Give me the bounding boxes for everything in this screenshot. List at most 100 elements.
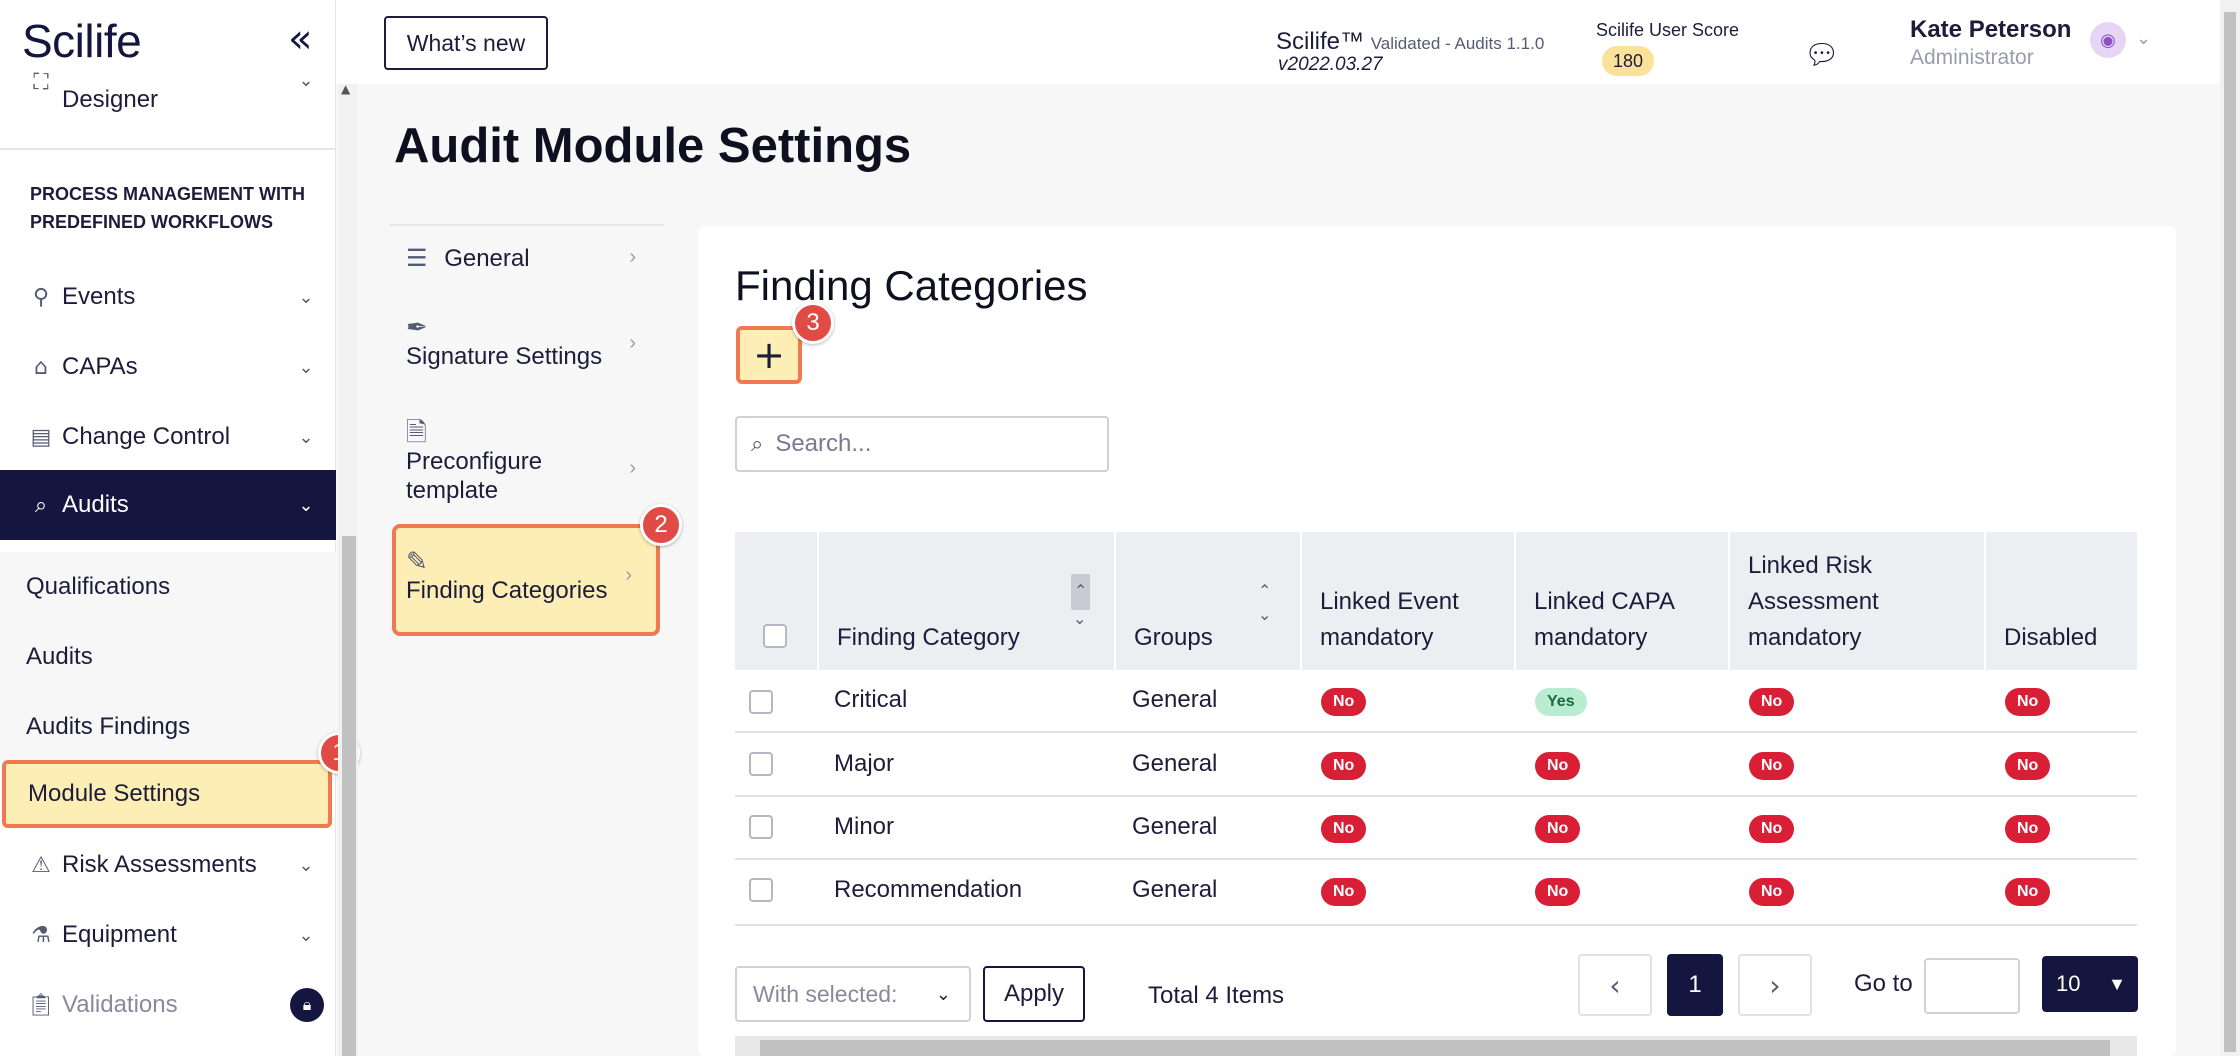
search-field[interactable]: ⌕: [735, 416, 1109, 472]
page-size-select[interactable]: 10 ▼: [2042, 956, 2138, 1012]
clipboard-icon: 📋︎: [27, 992, 55, 1018]
sidebar-scrollbar-thumb[interactable]: [342, 536, 356, 1056]
goto-label: Go to: [1854, 970, 1913, 997]
user-score-label: Scilife User Score: [1596, 20, 1740, 40]
status-badge-capa: No: [1535, 815, 1581, 843]
version-label: v2022.03.27: [1278, 54, 1383, 75]
settings-nav: [390, 224, 664, 226]
cell-finding-category: Critical: [834, 686, 908, 713]
settings-nav-general[interactable]: ☰ General ›: [390, 244, 660, 304]
chevron-right-icon: ›: [629, 332, 636, 354]
sidebar-item-label: Risk Assessments: [62, 851, 257, 878]
brand-subtitle: Validated - Audits 1.1.0: [1370, 34, 1545, 53]
feather-icon: ✒: [406, 312, 428, 342]
column-header-linked-event[interactable]: Linked Event mandatory: [1302, 532, 1516, 670]
cell-groups: General: [1132, 876, 1218, 903]
row-checkbox[interactable]: [749, 752, 773, 776]
column-label: Finding Category: [837, 624, 1020, 651]
table-row[interactable]: Minor General No No No No: [735, 797, 2137, 860]
sort-descending-icon[interactable]: ⌄: [1073, 602, 1086, 638]
sidebar-item-label: Change Control: [62, 423, 231, 450]
sliders-icon: ☰: [406, 245, 428, 272]
annotation-badge-2: 2: [640, 504, 682, 546]
bulk-action-select[interactable]: With selected: ⌄: [735, 966, 971, 1022]
status-badge-risk: No: [1749, 752, 1795, 780]
column-header-linked-capa[interactable]: Linked CAPA mandatory: [1516, 532, 1730, 670]
column-header-linked-risk[interactable]: Linked Risk Assessment mandatory: [1730, 532, 1986, 670]
column-header-groups[interactable]: Groups ⌃ ⌄: [1116, 532, 1302, 670]
sidebar-item-audits[interactable]: ⌕ Audits ⌄: [0, 470, 336, 540]
row-checkbox[interactable]: [749, 878, 773, 902]
status-badge-disabled: No: [2005, 815, 2051, 843]
chat-icon[interactable]: 💬︎: [1804, 38, 1840, 71]
column-label: Linked CAPA: [1534, 588, 1675, 615]
page-scrollbar-thumb[interactable]: [2224, 12, 2236, 1052]
sidebar-item-validations[interactable]: 📋︎ Validations 🔒︎: [0, 970, 336, 1040]
table-row[interactable]: Recommendation General No No No No: [735, 860, 2137, 926]
page-title: Audit Module Settings: [394, 119, 912, 173]
settings-nav-label: Signature Settings: [406, 343, 603, 370]
user-role: Administrator: [1910, 46, 2034, 69]
add-button[interactable]: +: [736, 326, 802, 384]
page-number-current[interactable]: 1: [1667, 954, 1723, 1016]
settings-nav-signature[interactable]: ✒ Signature Settings ›: [390, 312, 660, 392]
settings-nav-preconfigure[interactable]: 🗎︎ Preconfigure template ›: [390, 418, 660, 518]
chevron-down-icon: ⌄: [298, 854, 314, 876]
sidebar-item-label: Events: [62, 283, 136, 310]
inbox-document-icon: 🗎︎: [406, 417, 427, 447]
column-label: Assessment: [1748, 588, 1879, 615]
status-badge-risk: No: [1749, 815, 1795, 843]
avatar[interactable]: ◉: [2090, 22, 2126, 58]
sidebar-item-designer[interactable]: ⛶ Designer ⌄: [0, 70, 336, 120]
settings-nav-label: template: [406, 477, 499, 504]
sidebar-subitem-audits-findings[interactable]: Audits Findings: [0, 692, 336, 762]
chevron-right-icon: ›: [1769, 968, 1781, 1002]
chevron-down-icon: ⌄: [298, 494, 314, 516]
section-heading: PROCESS MANAGEMENT WITH PREDEFINED WORKF…: [30, 184, 306, 232]
sidebar-item-events[interactable]: ⚲ Events ⌄: [0, 262, 336, 332]
column-label: Linked Risk: [1748, 552, 1873, 579]
status-badge-event: No: [1321, 815, 1367, 843]
sort-descending-icon[interactable]: ⌄: [1258, 598, 1271, 634]
settings-nav-finding-categories[interactable]: ✎ Finding Categories ›: [392, 524, 660, 636]
chevron-right-icon: ›: [625, 564, 632, 586]
table-row[interactable]: Critical General No Yes No No: [735, 670, 2137, 733]
pin-icon: ⚲: [32, 284, 50, 310]
row-checkbox[interactable]: [749, 690, 773, 714]
chevron-right-icon: ›: [629, 246, 636, 268]
sidebar-subitem-module-settings[interactable]: Module Settings: [2, 760, 332, 828]
select-all-checkbox[interactable]: [763, 624, 787, 648]
sidebar-item-capas[interactable]: ⌂ CAPAs ⌄: [0, 332, 336, 402]
table-row[interactable]: Major General No No No No: [735, 734, 2137, 797]
goto-page-input[interactable]: [1924, 958, 2020, 1014]
scroll-up-arrow-icon[interactable]: ▲: [341, 82, 350, 96]
whats-new-button[interactable]: What’s new: [384, 16, 548, 70]
status-badge-event: No: [1321, 878, 1367, 906]
search-input[interactable]: [775, 430, 1076, 458]
sidebar-subitem-qualifications[interactable]: Qualifications: [0, 552, 336, 622]
sidebar-item-change-control[interactable]: ▤ Change Control ⌄: [0, 402, 336, 472]
cell-groups: General: [1132, 750, 1218, 777]
cell-finding-category: Major: [834, 750, 895, 777]
user-score-badge[interactable]: 180: [1602, 46, 1654, 76]
user-name[interactable]: Kate Peterson: [1910, 16, 2071, 44]
chevron-down-icon[interactable]: ⌄: [2136, 28, 2151, 49]
table-scrollbar-thumb[interactable]: [760, 1040, 2110, 1056]
sidebar-item-label: Equipment: [62, 921, 177, 948]
sidebar-item-equipment[interactable]: ⚗ Equipment ⌄: [0, 900, 336, 970]
divider: [0, 148, 336, 150]
status-badge-capa: No: [1535, 752, 1581, 780]
chevron-down-icon: ⌄: [298, 70, 314, 91]
status-badge-disabled: No: [2005, 752, 2051, 780]
row-checkbox[interactable]: [749, 815, 773, 839]
sidebar-subitem-audits[interactable]: Audits: [0, 622, 336, 692]
sidebar-item-risk-assessments[interactable]: ⚠ Risk Assessments ⌄: [0, 830, 336, 900]
cell-finding-category: Minor: [834, 813, 895, 840]
next-page-button[interactable]: ›: [1738, 954, 1812, 1016]
apply-button[interactable]: Apply: [983, 966, 1085, 1022]
column-header-finding-category[interactable]: Finding Category ⌃ ⌄: [819, 532, 1116, 670]
collapse-sidebar-icon[interactable]: «: [288, 16, 312, 62]
scilife-logo[interactable]: Scilife: [22, 14, 142, 68]
previous-page-button[interactable]: ‹: [1578, 954, 1652, 1016]
column-header-disabled[interactable]: Disabled: [1986, 532, 2137, 670]
